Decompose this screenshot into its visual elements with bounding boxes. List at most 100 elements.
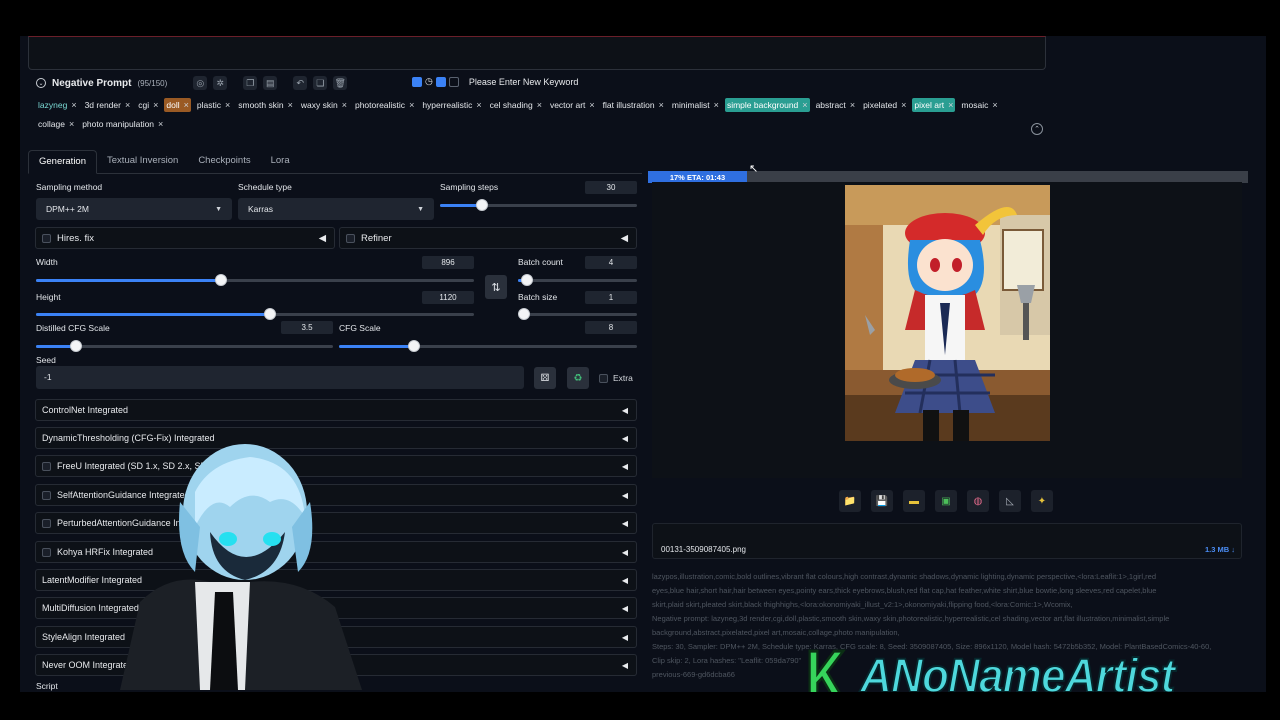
- tab-lora[interactable]: Lora: [261, 150, 300, 174]
- negative-tag[interactable]: hyperrealistic ×: [420, 98, 483, 112]
- seed-input[interactable]: -1: [36, 366, 524, 389]
- batch-count-slider-track[interactable]: [518, 279, 637, 282]
- negative-tag[interactable]: cgi ×: [136, 98, 160, 112]
- tag-remove-icon[interactable]: ×: [802, 100, 807, 110]
- negative-tag[interactable]: abstract ×: [814, 98, 858, 112]
- negative-tag[interactable]: photorealistic ×: [353, 98, 416, 112]
- negative-tag[interactable]: photo manipulation ×: [80, 117, 165, 131]
- clipboard-icon[interactable]: ❏: [313, 76, 328, 90]
- toggle-checkbox-2[interactable]: [435, 76, 446, 87]
- batch-size-slider-track[interactable]: [518, 313, 637, 316]
- tab-textual-inversion[interactable]: Textual Inversion: [97, 150, 188, 174]
- sampling-method-dropdown[interactable]: DPM++ 2M ▼: [36, 198, 232, 220]
- negative-tag[interactable]: vector art ×: [548, 98, 597, 112]
- negative-tag[interactable]: lazyneg ×: [36, 98, 79, 112]
- reuse-seed-button[interactable]: ♻: [567, 367, 589, 389]
- download-size-link[interactable]: 1.3 MB ↓: [1205, 545, 1235, 554]
- width-slider-thumb[interactable]: [215, 274, 227, 286]
- tag-remove-icon[interactable]: ×: [901, 100, 906, 110]
- tag-remove-icon[interactable]: ×: [153, 100, 158, 110]
- tag-remove-icon[interactable]: ×: [409, 100, 414, 110]
- tag-remove-icon[interactable]: ×: [589, 100, 594, 110]
- save-button[interactable]: 💾: [871, 490, 893, 512]
- tag-remove-icon[interactable]: ×: [948, 100, 953, 110]
- negative-tag[interactable]: plastic ×: [195, 98, 232, 112]
- random-seed-button[interactable]: ⚄: [534, 367, 556, 389]
- new-keyword-input[interactable]: Please Enter New Keyword: [469, 77, 579, 87]
- collapse-up-icon[interactable]: ⌃: [1031, 123, 1043, 135]
- negative-tag[interactable]: flat illustration ×: [601, 98, 666, 112]
- generated-image-preview[interactable]: [845, 185, 1050, 441]
- tag-remove-icon[interactable]: ×: [71, 100, 76, 110]
- hires-fix-accordion[interactable]: Hires. fix ◀: [35, 227, 335, 249]
- gear-icon[interactable]: ✲: [213, 76, 228, 90]
- negative-tag[interactable]: 3d render ×: [83, 98, 133, 112]
- sampling-steps-slider-thumb[interactable]: [476, 199, 488, 211]
- cfg-scale-slider-thumb[interactable]: [408, 340, 420, 352]
- ruler-button[interactable]: ◺: [999, 490, 1021, 512]
- height-input[interactable]: 1120: [422, 291, 474, 304]
- trash-icon[interactable]: 🗑: [333, 76, 348, 90]
- globe-icon[interactable]: ◎: [193, 76, 208, 90]
- sampling-steps-input[interactable]: 30: [585, 181, 637, 194]
- height-slider-thumb[interactable]: [264, 308, 276, 320]
- tag-remove-icon[interactable]: ×: [850, 100, 855, 110]
- batch-count-slider-thumb[interactable]: [521, 274, 533, 286]
- refiner-checkbox[interactable]: [346, 233, 355, 243]
- swap-dimensions-button[interactable]: ⇅: [485, 275, 507, 299]
- negative-tag[interactable]: collage ×: [36, 117, 76, 131]
- tag-remove-icon[interactable]: ×: [158, 119, 163, 129]
- negative-tag[interactable]: cel shading ×: [488, 98, 544, 112]
- negative-tag[interactable]: simple background ×: [724, 98, 810, 112]
- zip-button[interactable]: ▬: [903, 490, 925, 512]
- batch-count-input[interactable]: 4: [585, 256, 637, 269]
- distilled-cfg-input[interactable]: 3.5: [281, 321, 333, 334]
- positive-prompt-textarea[interactable]: [28, 36, 1046, 70]
- undo-icon[interactable]: ↶: [293, 76, 308, 90]
- distilled-cfg-slider-thumb[interactable]: [70, 340, 82, 352]
- hires-fix-checkbox[interactable]: [42, 233, 51, 243]
- accordion-checkbox[interactable]: [42, 547, 51, 557]
- tag-remove-icon[interactable]: ×: [714, 100, 719, 110]
- tab-checkpoints[interactable]: Checkpoints: [188, 150, 260, 174]
- cfg-scale-input[interactable]: 8: [585, 321, 637, 334]
- tag-remove-icon[interactable]: ×: [537, 100, 542, 110]
- negative-tag[interactable]: mosaic ×: [959, 98, 999, 112]
- tag-remove-icon[interactable]: ×: [992, 100, 997, 110]
- toggle-checkbox-3[interactable]: [448, 76, 459, 87]
- accordion-checkbox[interactable]: [42, 518, 51, 528]
- schedule-type-dropdown[interactable]: Karras ▼: [238, 198, 434, 220]
- toggle-checkbox-1[interactable]: [412, 76, 422, 87]
- accordion-checkbox[interactable]: [42, 490, 51, 500]
- negative-tag[interactable]: pixel art ×: [912, 98, 956, 112]
- tag-remove-icon[interactable]: ×: [184, 100, 189, 110]
- palette-button[interactable]: ◍: [967, 490, 989, 512]
- paste-icon[interactable]: ▤: [263, 76, 278, 90]
- refiner-accordion[interactable]: Refiner ◀: [339, 227, 637, 249]
- folder-button[interactable]: 📁: [839, 490, 861, 512]
- width-input[interactable]: 896: [422, 256, 474, 269]
- extension-accordion[interactable]: ControlNet Integrated ◀: [35, 399, 637, 421]
- negative-tag[interactable]: minimalist ×: [670, 98, 721, 112]
- tag-remove-icon[interactable]: ×: [659, 100, 664, 110]
- negative-tag[interactable]: doll ×: [164, 98, 191, 112]
- tag-remove-icon[interactable]: ×: [69, 119, 74, 129]
- tab-generation[interactable]: Generation: [28, 150, 98, 174]
- negative-tag[interactable]: smooth skin ×: [236, 98, 295, 112]
- tag-remove-icon[interactable]: ×: [342, 100, 347, 110]
- extra-checkbox[interactable]: [599, 373, 608, 383]
- negative-tag[interactable]: pixelated ×: [861, 98, 908, 112]
- image-button[interactable]: ▣: [935, 490, 957, 512]
- batch-size-input[interactable]: 1: [585, 291, 637, 304]
- copy-icon[interactable]: ❐: [243, 76, 258, 90]
- tag-remove-icon[interactable]: ×: [225, 100, 230, 110]
- batch-size-slider-thumb[interactable]: [518, 308, 530, 320]
- tag-remove-icon[interactable]: ×: [476, 100, 481, 110]
- tag-remove-icon[interactable]: ×: [288, 100, 293, 110]
- extra-seed-toggle[interactable]: Extra: [599, 373, 633, 383]
- output-filename[interactable]: 00131-3509087405.png: [661, 545, 746, 554]
- sparkle-button[interactable]: ✦: [1031, 490, 1053, 512]
- accordion-checkbox[interactable]: [42, 461, 51, 471]
- clock-icon[interactable]: ◷: [425, 76, 433, 87]
- negative-prompt-collapse-icon[interactable]: ⌄: [36, 78, 46, 88]
